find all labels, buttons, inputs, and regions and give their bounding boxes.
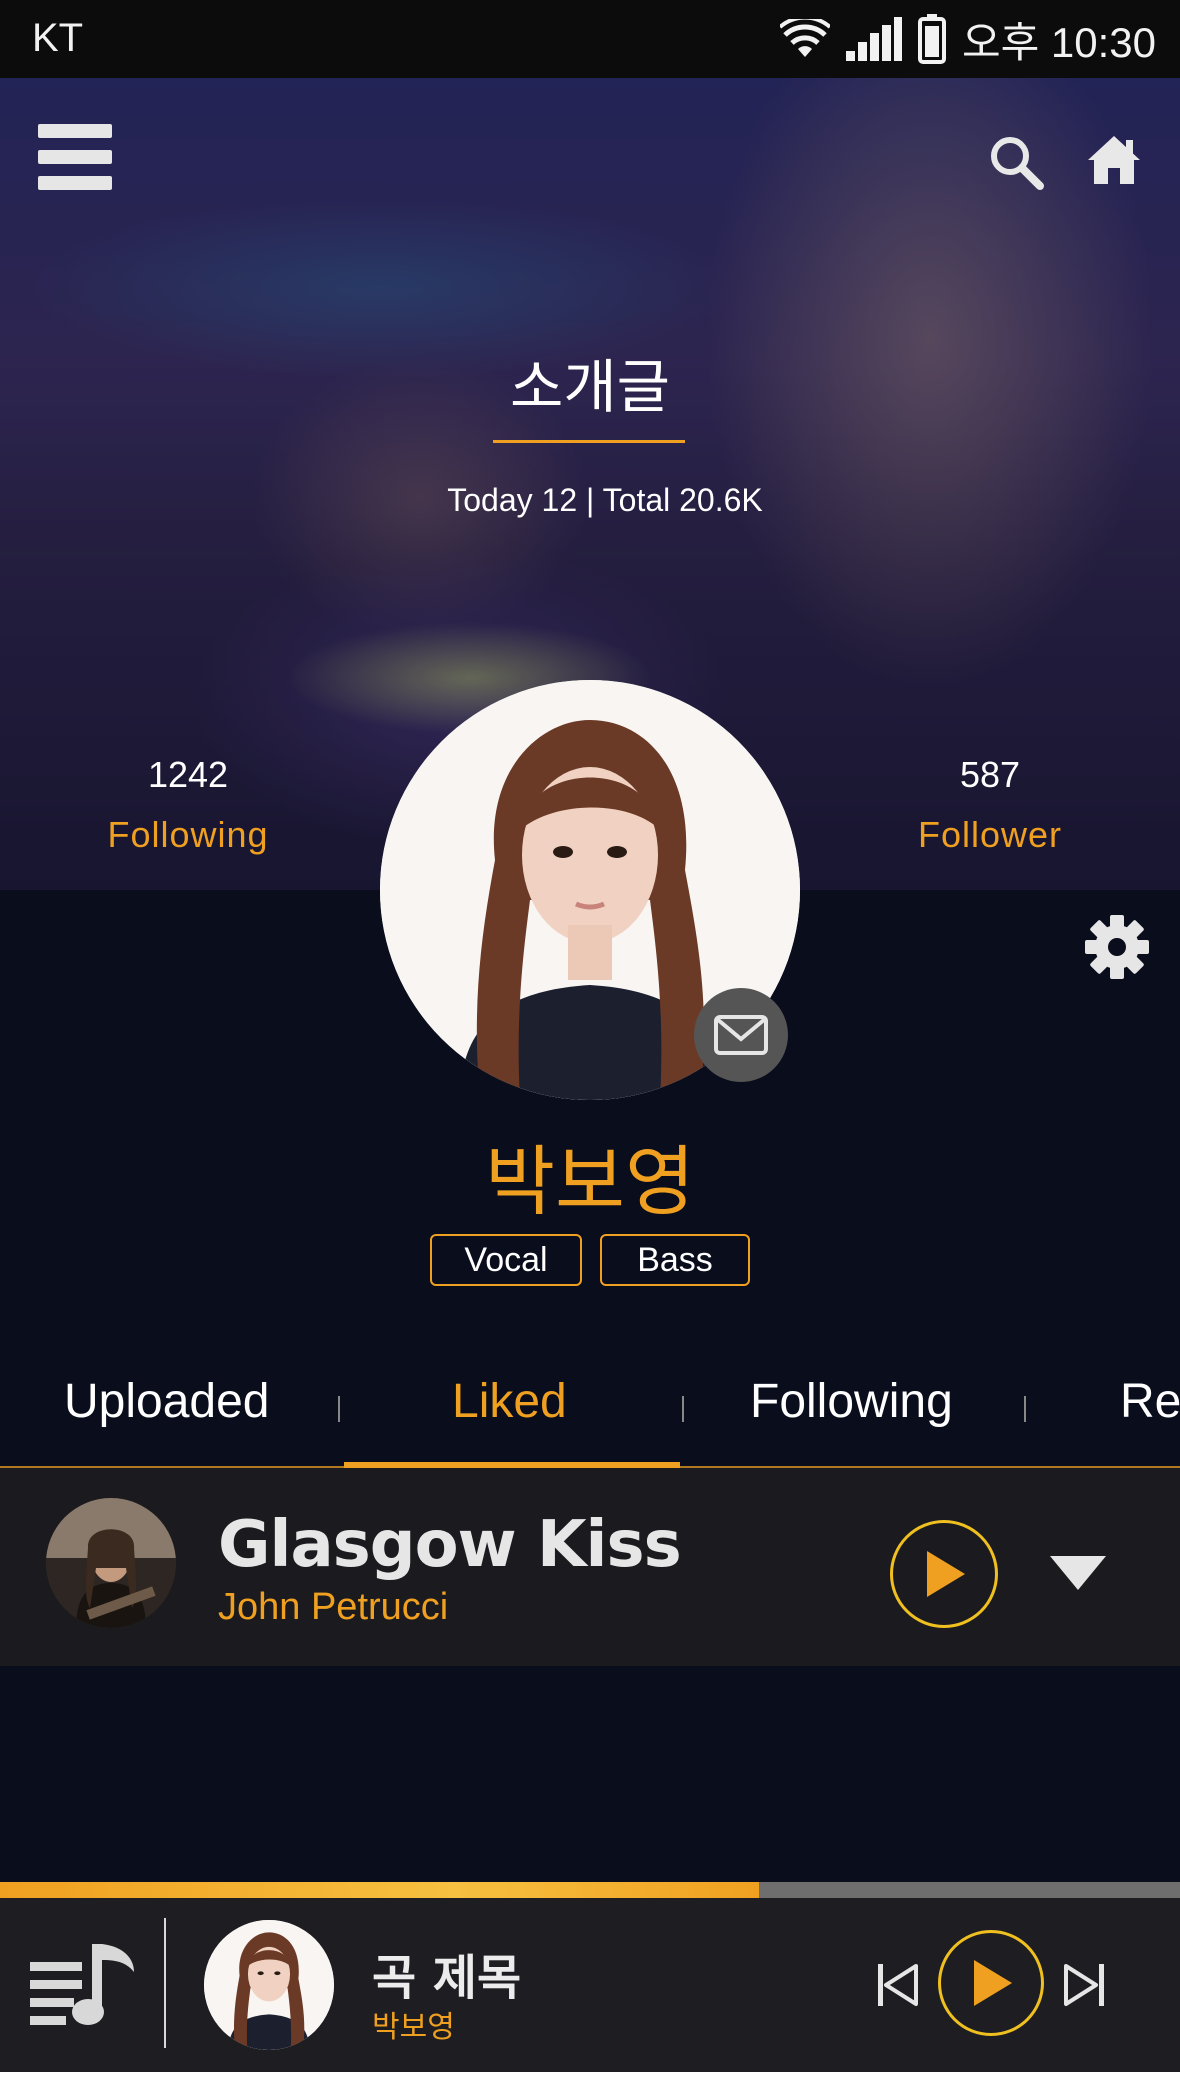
playlist-icon[interactable] <box>30 1938 142 2030</box>
follower-stat[interactable]: 587 Follower <box>860 754 1120 856</box>
clock: 오후 10:30 <box>961 18 1156 66</box>
tag-vocal[interactable]: Vocal <box>430 1234 582 1286</box>
search-icon[interactable] <box>988 134 1044 190</box>
envelope-icon <box>714 1015 768 1055</box>
following-count: 1242 <box>147 754 229 795</box>
skip-next-icon[interactable] <box>1064 1962 1106 2008</box>
follower-count: 587 <box>959 754 1021 795</box>
tab-separator <box>1024 1396 1026 1422</box>
status-icons: 오후 10:30 <box>779 12 1156 66</box>
progress-fill <box>0 1882 759 1898</box>
tag-bass[interactable]: Bass <box>600 1234 750 1286</box>
tab-uploaded[interactable]: Uploaded <box>64 1374 270 1429</box>
profile-name: 박보영 <box>485 1137 695 1226</box>
signal-icon <box>845 17 902 61</box>
tab-separator <box>338 1396 340 1422</box>
home-icon[interactable] <box>1086 134 1142 186</box>
mini-player: 곡 제목 박보영 <box>0 1898 1180 2072</box>
chevron-down-icon[interactable] <box>1050 1556 1106 1590</box>
player-artist: 박보영 <box>372 2010 455 2045</box>
player-play-button[interactable] <box>938 1930 1044 2036</box>
visit-counter: Today 12 | Total 20.6K <box>447 482 763 518</box>
gear-icon[interactable] <box>1084 914 1150 980</box>
tab-separator <box>682 1396 684 1422</box>
song-title: Glasgow Kiss <box>218 1508 682 1582</box>
hamburger-menu-icon[interactable] <box>38 124 112 190</box>
play-icon <box>974 1960 1012 2006</box>
app-screen: KT 오후 10:30 소개글 Today 12 | Total 20.6K 1… <box>0 0 1180 2072</box>
intro-underline <box>493 440 685 443</box>
following-label: Following <box>107 814 269 855</box>
content-tabs: Uploaded Liked Following Re <box>0 1374 1180 1468</box>
tab-recent[interactable]: Re <box>1120 1374 1180 1429</box>
following-stat[interactable]: 1242 Following <box>58 754 318 856</box>
battery-icon <box>917 14 946 64</box>
song-artist: John Petrucci <box>218 1586 449 1628</box>
player-divider <box>164 1918 166 2048</box>
song-thumbnail <box>46 1498 176 1628</box>
status-bar: KT 오후 10:30 <box>0 0 1180 78</box>
tab-liked[interactable]: Liked <box>452 1374 567 1429</box>
tab-following[interactable]: Following <box>750 1374 953 1429</box>
play-button[interactable] <box>890 1520 998 1628</box>
player-title: 곡 제목 <box>372 1950 522 2006</box>
wifi-icon <box>779 19 830 57</box>
skill-tags: Vocal Bass <box>0 1234 1180 1286</box>
skip-previous-icon[interactable] <box>876 1962 918 2008</box>
playback-progress[interactable] <box>0 1882 1180 1898</box>
follower-label: Follower <box>917 814 1063 855</box>
play-icon <box>927 1551 965 1597</box>
message-button[interactable] <box>694 988 788 1082</box>
list-item[interactable]: Glasgow Kiss John Petrucci <box>0 1468 1180 1666</box>
player-thumbnail <box>204 1920 334 2050</box>
intro-title: 소개글 <box>509 353 671 421</box>
carrier-label: KT <box>32 16 84 60</box>
